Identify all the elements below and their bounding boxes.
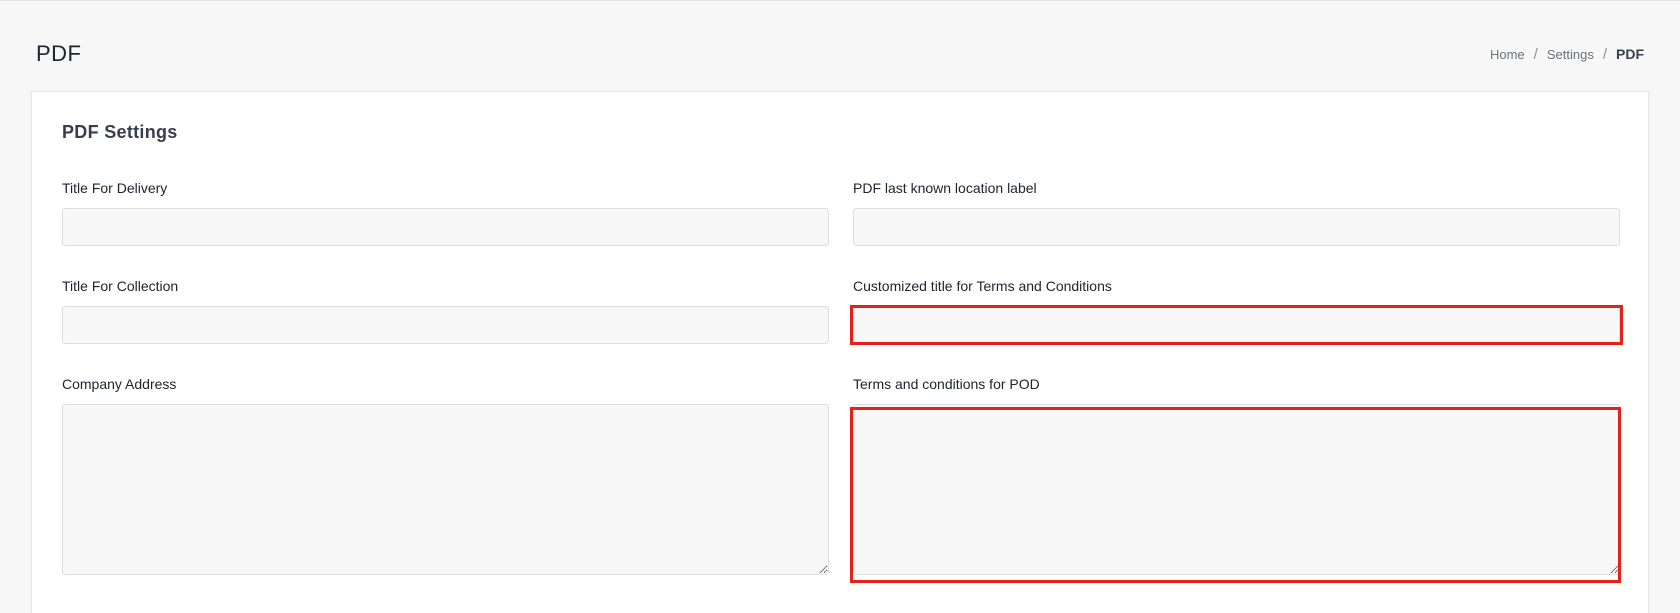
breadcrumb-separator: / — [1602, 45, 1607, 63]
page-title: PDF — [36, 41, 82, 66]
title-for-collection-input[interactable] — [62, 306, 829, 344]
title-for-collection-group: Title For Collection — [62, 278, 829, 344]
company-address-textarea[interactable] — [62, 404, 829, 575]
breadcrumb-home-link[interactable]: Home — [1490, 47, 1525, 62]
pdf-settings-card: PDF Settings Title For Delivery PDF last… — [31, 91, 1649, 613]
terms-conditions-pod-textarea[interactable] — [853, 404, 1620, 575]
breadcrumb: Home / Settings / PDF — [1490, 46, 1644, 63]
card-title: PDF Settings — [62, 122, 178, 142]
pdf-last-known-location-label: PDF last known location label — [853, 180, 1037, 196]
page: PDF Home / Settings / PDF PDF Settings T… — [0, 0, 1680, 613]
breadcrumb-current: PDF — [1616, 46, 1644, 62]
company-address-group: Company Address — [62, 376, 829, 575]
title-for-delivery-input[interactable] — [62, 208, 829, 246]
company-address-label: Company Address — [62, 376, 177, 392]
customized-title-terms-group: Customized title for Terms and Condition… — [853, 278, 1620, 344]
customized-title-terms-label: Customized title for Terms and Condition… — [853, 278, 1112, 294]
title-for-delivery-group: Title For Delivery — [62, 180, 829, 246]
title-for-delivery-label: Title For Delivery — [62, 180, 168, 196]
terms-conditions-pod-label: Terms and conditions for POD — [853, 376, 1040, 392]
pdf-last-known-location-group: PDF last known location label — [853, 180, 1620, 246]
title-for-collection-label: Title For Collection — [62, 278, 179, 294]
pdf-last-known-location-input[interactable] — [853, 208, 1620, 246]
customized-title-terms-input[interactable] — [853, 306, 1620, 344]
terms-conditions-pod-group: Terms and conditions for POD — [853, 376, 1620, 575]
breadcrumb-separator: / — [1533, 45, 1538, 63]
page-header: PDF Home / Settings / PDF — [36, 31, 1644, 77]
breadcrumb-settings-link[interactable]: Settings — [1547, 47, 1594, 62]
